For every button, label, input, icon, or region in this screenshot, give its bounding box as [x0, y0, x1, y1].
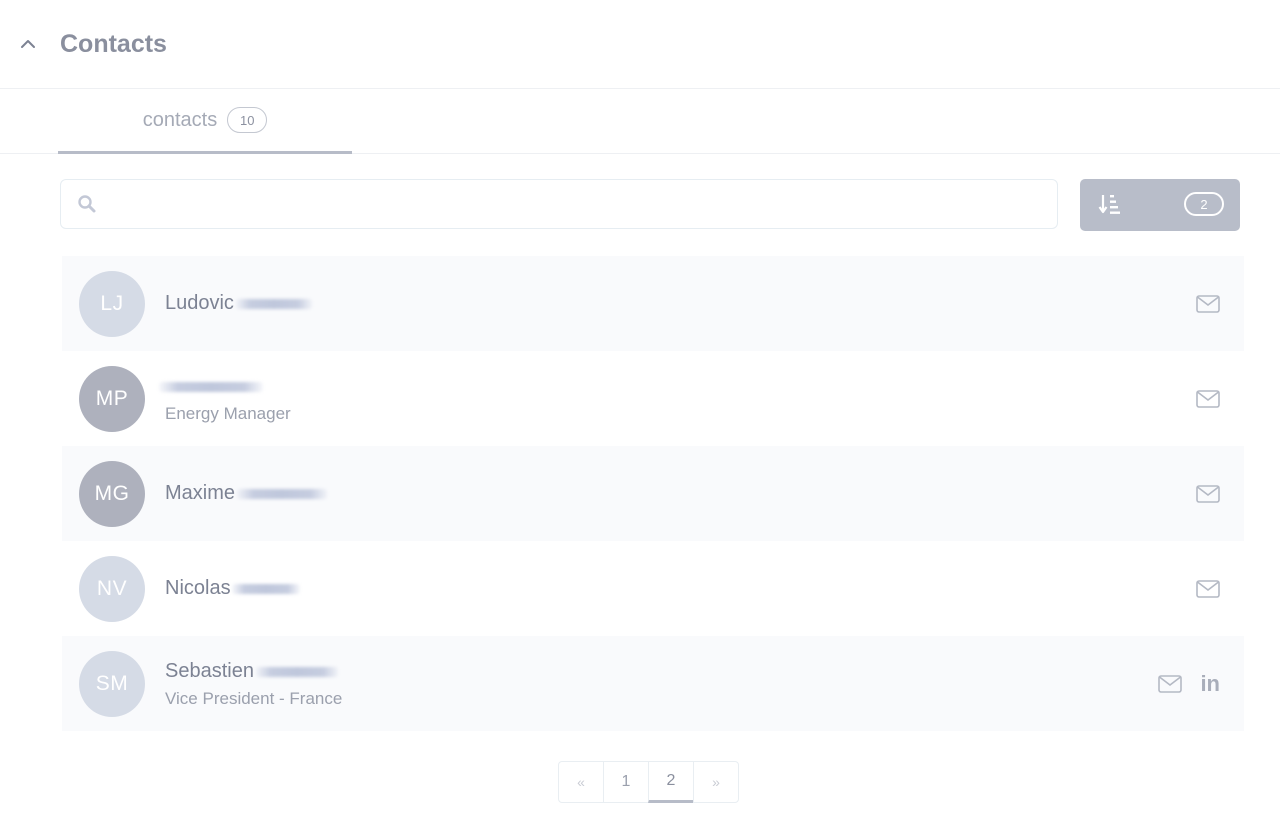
- linkedin-button[interactable]: in: [1200, 671, 1220, 697]
- email-button[interactable]: [1196, 294, 1220, 313]
- avatar: LJ: [79, 270, 145, 337]
- envelope-icon: [1196, 484, 1220, 503]
- contact-name-line: Sebastien: [165, 659, 342, 685]
- contact-name: Maxime: [165, 482, 236, 504]
- contact-name-line: Nicolas: [165, 576, 300, 602]
- collapse-button[interactable]: [16, 32, 40, 56]
- sort-button[interactable]: 2: [1080, 179, 1240, 231]
- row-actions: [1196, 541, 1220, 636]
- contact-row[interactable]: SM Sebastien Vice President - France in: [62, 636, 1244, 731]
- search-input[interactable]: [109, 183, 1045, 225]
- sort-count-badge: 2: [1184, 192, 1224, 216]
- linkedin-icon: in: [1200, 670, 1220, 696]
- email-button[interactable]: [1196, 484, 1220, 503]
- row-actions: [1196, 256, 1220, 351]
- email-button[interactable]: [1196, 389, 1220, 408]
- pagination: « 1 2 »: [558, 761, 739, 805]
- contact-row[interactable]: MG Maxime: [62, 446, 1244, 541]
- page-button-1[interactable]: 1: [603, 761, 649, 803]
- email-button[interactable]: [1196, 579, 1220, 598]
- contact-row[interactable]: LJ Ludovic: [62, 256, 1244, 351]
- chevron-up-icon: [21, 40, 35, 48]
- contact-info: Sebastien Vice President - France: [165, 659, 342, 709]
- tab-label: contacts: [142, 108, 218, 131]
- page-button-2[interactable]: 2: [648, 761, 694, 803]
- contact-info: Nicolas: [165, 576, 300, 602]
- envelope-icon: [1196, 294, 1220, 313]
- contact-name-line: [159, 374, 291, 400]
- page-prev-button[interactable]: «: [558, 761, 604, 803]
- contact-role: Energy Manager: [165, 403, 291, 423]
- contact-name: Ludovic: [165, 292, 234, 314]
- contact-info: Maxime: [165, 481, 328, 507]
- redacted-text: [235, 298, 312, 309]
- search-box: [60, 179, 1058, 229]
- envelope-icon: [1158, 674, 1183, 693]
- section-header: Contacts: [0, 0, 1280, 89]
- search-icon: [78, 195, 96, 213]
- row-actions: [1196, 351, 1220, 446]
- sort-descending-icon: [1098, 195, 1120, 214]
- avatar: MP: [79, 365, 145, 432]
- contact-name: Sebastien: [165, 660, 254, 682]
- contact-name-line: Ludovic: [165, 291, 312, 317]
- avatar: NV: [79, 555, 145, 622]
- row-actions: [1196, 446, 1220, 541]
- redacted-text: [237, 488, 328, 499]
- envelope-icon: [1196, 389, 1220, 408]
- contact-name-line: Maxime: [165, 481, 328, 507]
- redacted-text: [255, 666, 338, 677]
- email-button[interactable]: [1158, 674, 1183, 693]
- redacted-text: [159, 381, 263, 392]
- contact-role: Vice President - France: [165, 688, 343, 708]
- envelope-icon: [1196, 579, 1220, 598]
- contact-info: Energy Manager: [159, 374, 291, 424]
- tab-bar: contacts 10: [0, 89, 1280, 154]
- contact-name: Nicolas: [165, 577, 231, 599]
- avatar: MG: [79, 460, 145, 527]
- contact-list: LJ Ludovic MP Energy Manager MG Maxime N…: [62, 256, 1244, 731]
- contact-row[interactable]: NV Nicolas: [62, 541, 1244, 636]
- section-title: Contacts: [60, 29, 167, 58]
- tab-contacts[interactable]: contacts 10: [58, 89, 352, 154]
- row-actions: in: [1158, 636, 1220, 731]
- avatar: SM: [79, 650, 145, 717]
- tab-count-badge: 10: [227, 107, 268, 133]
- contact-info: Ludovic: [165, 291, 312, 317]
- page-next-button[interactable]: »: [693, 761, 739, 803]
- redacted-text: [231, 583, 300, 594]
- contact-row[interactable]: MP Energy Manager: [62, 351, 1244, 446]
